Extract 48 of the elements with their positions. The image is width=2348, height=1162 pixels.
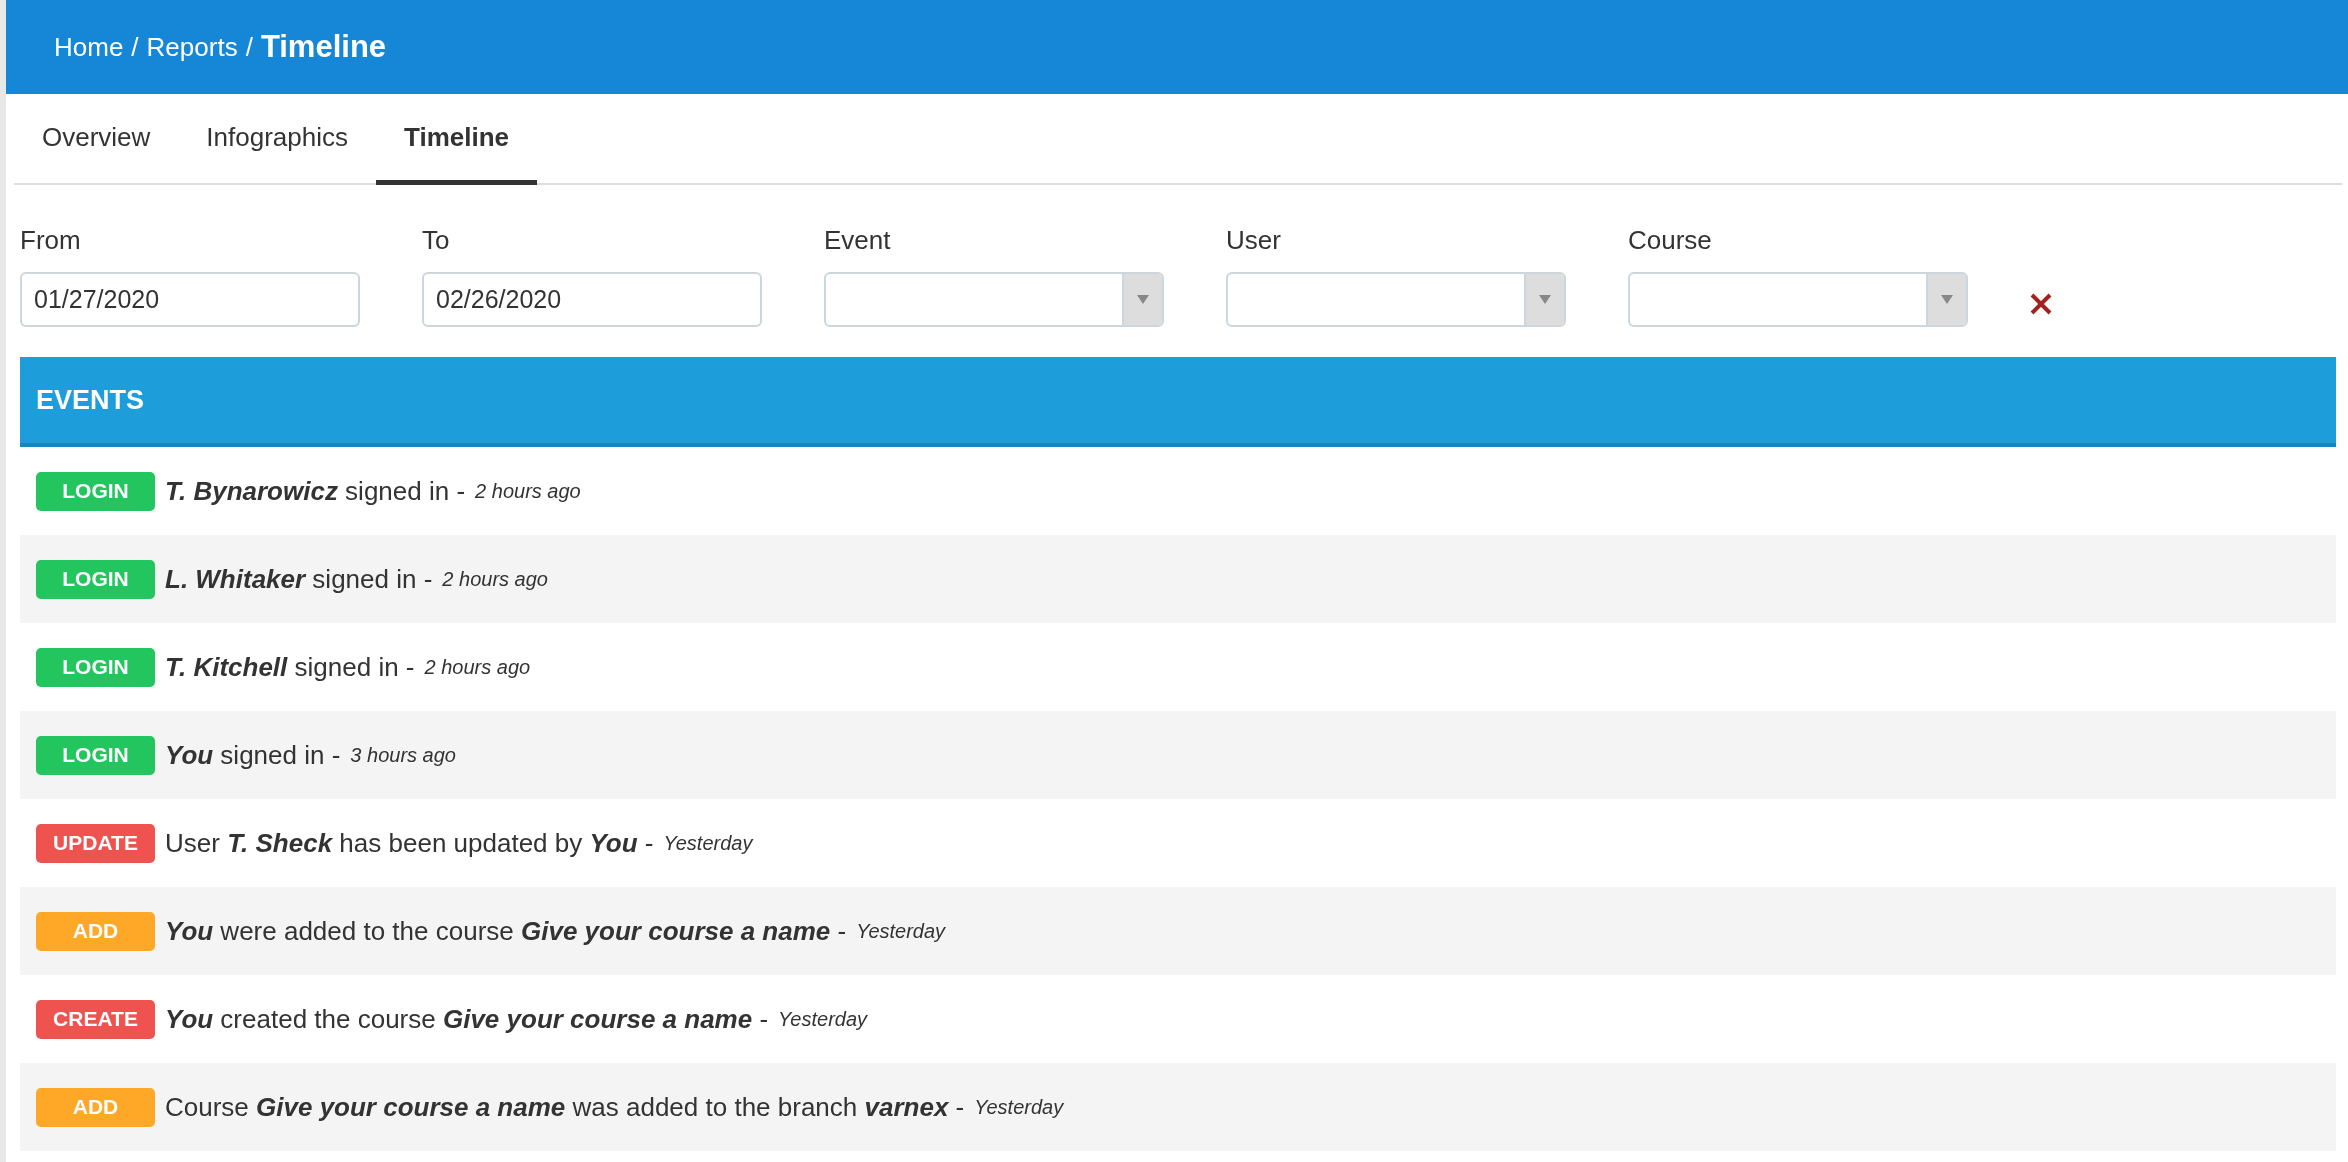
event-badge: ADD xyxy=(36,1087,155,1127)
event-text: Course Give your course a name was added to the branch varnex - xyxy=(165,1091,965,1123)
filter-label: User xyxy=(1226,225,1282,256)
breadcrumb-link[interactable]: Reports xyxy=(146,31,238,63)
event-badge: ADD xyxy=(36,911,155,951)
event-text: User T. Sheck has been updated by You - xyxy=(165,827,654,859)
event-text: T. Bynarowicz signed in - xyxy=(165,475,466,507)
event-time: Yesterday xyxy=(856,919,946,943)
event-time: 2 hours ago xyxy=(442,567,548,591)
event-badge: UPDATE xyxy=(36,823,155,863)
date-field[interactable]: 01/27/2020 xyxy=(20,272,360,327)
dropdown-field[interactable] xyxy=(1628,272,1968,327)
event-badge: LOGIN xyxy=(36,647,155,687)
event-time: 3 hours ago xyxy=(350,743,456,767)
clear-button[interactable] xyxy=(2030,293,2052,315)
dropdown-field[interactable] xyxy=(824,272,1164,327)
event-badge: LOGIN xyxy=(36,559,155,599)
caret-icon xyxy=(1137,295,1149,304)
breadcrumb-current: Timeline xyxy=(260,29,387,65)
breadcrumb-link[interactable]: Home xyxy=(54,31,124,63)
filter-label: To xyxy=(422,225,451,256)
caret-icon xyxy=(1539,295,1551,304)
event-text: T. Kitchell signed in - xyxy=(165,651,415,683)
close-icon xyxy=(2030,293,2052,315)
event-time: Yesterday xyxy=(778,1007,868,1031)
event-badge: CREATE xyxy=(36,999,155,1039)
filter-label: Course xyxy=(1628,225,1713,256)
dropdown-field[interactable] xyxy=(1226,272,1566,327)
breadcrumb-separator: / xyxy=(245,31,253,63)
caret-icon xyxy=(1941,295,1953,304)
breadcrumb-separator: / xyxy=(131,31,139,63)
tab[interactable]: Infographics xyxy=(178,94,376,185)
tab[interactable]: Timeline xyxy=(376,94,538,185)
tab[interactable]: Overview xyxy=(14,94,179,185)
event-time: Yesterday xyxy=(974,1095,1064,1119)
event-text: L. Whitaker signed in - xyxy=(165,563,433,595)
event-text: You signed in - xyxy=(165,739,341,771)
event-badge: LOGIN xyxy=(36,735,155,775)
filter-label: Event xyxy=(824,225,892,256)
event-time: 2 hours ago xyxy=(475,479,581,503)
event-time: Yesterday xyxy=(663,831,753,855)
event-time: 2 hours ago xyxy=(424,655,531,679)
filter-label: From xyxy=(20,225,82,256)
event-badge: LOGIN xyxy=(36,471,155,511)
date-field[interactable]: 02/26/2020 xyxy=(422,272,762,327)
event-text: You created the course Give your course a name - xyxy=(165,1003,769,1035)
panel-title: EVENTS xyxy=(36,384,145,416)
event-text: You were added to the course Give your course a name - xyxy=(165,915,847,947)
